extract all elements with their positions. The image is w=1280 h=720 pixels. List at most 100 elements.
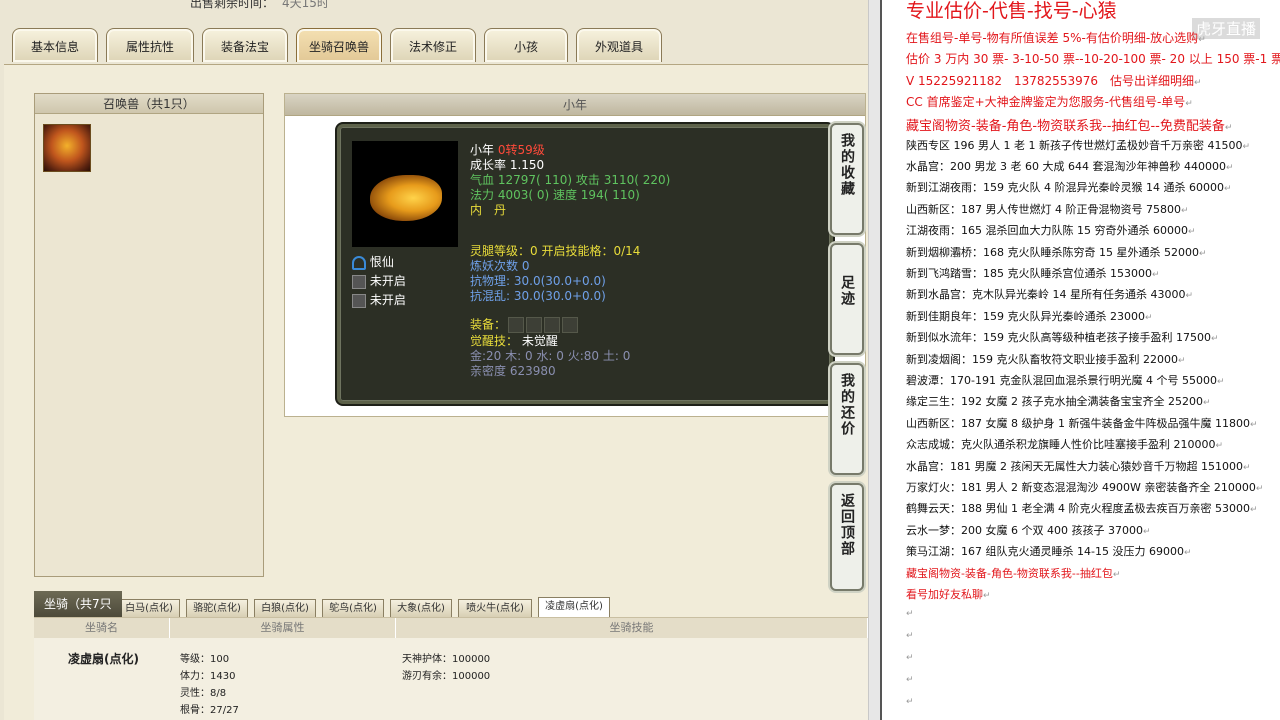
return-mark-icon: ↵: [1255, 484, 1264, 494]
bargain-button[interactable]: 我的还价: [830, 363, 864, 475]
return-mark-icon: ↵: [1249, 419, 1258, 430]
mount-name: 凌虚扇(点化): [68, 652, 139, 666]
doc-line: 藏宝阁物资-装备-角色-物资联系我--抽红包--免费配装备↵: [906, 115, 1232, 134]
mount-attr-level: 等级：100: [180, 654, 230, 665]
pet-mp-speed: 法力 4003( 0) 速度 194( 110): [470, 188, 640, 202]
doc-line: 新到江湖夜雨：159 克火队 4 阶混异光秦岭灵猴 14 通杀 60000↵: [906, 179, 1232, 195]
doc-line-text: 万家灯火：181 男人 2 新变态混混淘沙 4900W 亲密装备齐全 21000…: [906, 481, 1256, 494]
favorites-button[interactable]: 我的收藏: [830, 123, 864, 235]
pet-awaken-line: 觉醒技： 未觉醒: [470, 334, 558, 349]
summon-list-header: 召唤兽（共1只）: [35, 94, 263, 114]
sale-time-value: 4天15时: [282, 0, 329, 10]
mount-col-skill: 坐骑技能: [396, 618, 868, 638]
doc-line-text: 在售组号-单号-物有所值误差 5%-有估价明细-放心选购: [906, 31, 1199, 45]
pet-elements: 金:20 木: 0 水: 0 火:80 土: 0: [470, 349, 631, 363]
tab-appearance[interactable]: 外观道具: [576, 28, 662, 62]
page-scrollbar[interactable]: [868, 0, 880, 720]
doc-line-text: 藏宝阁物资-装备-角色-物资联系我--抽红包: [906, 566, 1113, 580]
game-info-page: 出售剩余时间： 4天15时 基本信息 属性抗性 装备法宝 坐骑召唤兽 法术修正 小…: [0, 0, 880, 720]
mount-col-name: 坐骑名: [34, 618, 170, 638]
skill-3-name: 未开启: [369, 293, 406, 307]
return-mark-icon: ↵: [983, 591, 991, 601]
locked-slot-icon: [352, 274, 366, 289]
mount-tab-7[interactable]: 凌虚扇(点化): [538, 597, 610, 617]
doc-line: CC 首席鉴定+大神金牌鉴定为您服务-代售组号-单号↵: [906, 93, 1193, 110]
tab-equipment[interactable]: 装备法宝: [202, 28, 288, 62]
doc-line: 藏宝阁物资-装备-角色-物资联系我--抽红包↵: [906, 565, 1120, 581]
mount-tabs: 白马(点化) 骆驼(点化) 白狼(点化) 鸵鸟(点化) 大象(点化) 喷火牛(点…: [34, 595, 868, 617]
sale-time-label: 出售剩余时间：: [190, 0, 275, 10]
doc-line: 水晶宫：200 男龙 3 老 60 大成 644 套混淘沙年神兽秒 440000…: [906, 158, 1234, 174]
doc-line-text: CC 首席鉴定+大神金牌鉴定为您服务-代售组号-单号: [906, 95, 1186, 110]
pet-detail-panel: 小年 小年 0转59级 成长率 1.150 气血 12797( 110) 攻击 …: [284, 93, 866, 417]
skill-1-name: 恨仙: [369, 255, 394, 269]
mount-tab-2[interactable]: 骆驼(点化): [186, 599, 248, 617]
sale-time-note: 出售剩余时间： 4天15时: [190, 0, 329, 11]
doc-line: 山西新区：187 男人传世燃灯 4 阶正骨混物资号 75800↵: [906, 201, 1189, 217]
doc-line: 缘定三生：192 女魔 2 孩子克水抽全满装备宝宝齐全 25200↵: [906, 393, 1211, 409]
return-mark-icon: ↵: [1215, 441, 1224, 452]
mount-col-attr: 坐骑属性: [170, 618, 396, 638]
return-mark-icon: ↵: [906, 609, 914, 620]
mount-tab-4[interactable]: 鸵鸟(点化): [322, 599, 384, 617]
doc-line-text: 陕西专区 196 男人 1 老 1 新孩子传世燃灯孟极妙音千万亲密 41500: [906, 138, 1243, 152]
mount-tab-5[interactable]: 大象(点化): [390, 599, 452, 617]
doc-line-text: 新到江湖夜雨：159 克火队 4 阶混异光秦岭灵猴 14 通杀 60000: [906, 181, 1224, 195]
doc-line: 新到凌烟阁：159 克火队畜牧符文职业接手盈利 22000↵: [906, 351, 1186, 367]
skill-2-name: 未开启: [369, 274, 406, 288]
return-mark-icon: ↵: [1216, 377, 1225, 387]
mount-tab-6[interactable]: 喷火牛(点化): [458, 599, 532, 617]
doc-line: 新到水晶宫：克木队异光秦岭 14 星所有任务通杀 43000↵: [906, 286, 1193, 302]
doc-line: 水晶宫：181 男魔 2 孩闲天无属性大力装心猿妙音千万物超 151000↵: [906, 458, 1251, 474]
doc-line-text: 新到似水流年：159 克火队高等级种植老孩子接手盈利 17500: [906, 331, 1211, 345]
pet-hp-attack: 气血 12797( 110) 攻击 3110( 220): [470, 173, 671, 187]
mount-tab-3[interactable]: 白狼(点化): [254, 599, 316, 617]
doc-line-text: 看号加好友私聊: [906, 588, 983, 601]
pet-equip-line: 装备：: [470, 317, 579, 333]
return-mark-icon: ↵: [1185, 99, 1193, 110]
tab-child[interactable]: 小孩: [484, 28, 568, 62]
pet-ling: 灵腿等级：0 开启技能格：0/14: [470, 244, 641, 258]
tab-basic-info[interactable]: 基本信息: [12, 28, 98, 62]
return-mark-icon: ↵: [1249, 505, 1258, 516]
equip-slot[interactable]: [508, 317, 525, 333]
doc-line: 策马江湖：167 组队克火通灵睡杀 14-15 没压力 69000↵: [906, 543, 1191, 559]
return-mark-icon: ↵: [1224, 123, 1233, 134]
doc-line: 碧波潭：170-191 克金队混回血混杀景行明光魔 4 个号 55000↵: [906, 372, 1224, 388]
tab-attributes[interactable]: 属性抗性: [106, 28, 194, 62]
equip-label: 装备：: [470, 317, 507, 332]
mount-table: 坐骑名 坐骑属性 坐骑技能 凌虚扇(点化) 等级：100 体力：1430 灵性：…: [34, 617, 868, 720]
doc-line-text: 新到凌烟阁：159 克火队畜牧符文职业接手盈利 22000: [906, 352, 1178, 366]
return-mark-icon: ↵: [1177, 355, 1186, 366]
mount-tab-1[interactable]: 白马(点化): [118, 599, 180, 617]
doc-line-text: 估价 3 万内 30 票- 3-10-50 票--10-20-100 票- 20…: [906, 52, 1280, 67]
doc-line: 在售组号-单号-物有所值误差 5%-有估价明细-放心选购↵: [906, 29, 1206, 46]
back-to-top-button[interactable]: 返回顶部: [830, 483, 864, 591]
mount-skill-2: 游刃有余：100000: [402, 671, 491, 682]
pet-resist-phys: 抗物理: 30.0(30.0+0.0): [470, 274, 606, 288]
return-mark-icon: ↵: [1242, 141, 1251, 152]
locked-slot-icon: [352, 293, 366, 308]
doc-line-text: 新到水晶宫：克木队异光秦岭 14 星所有任务通杀 43000: [906, 288, 1186, 302]
equip-slot[interactable]: [544, 317, 561, 333]
doc-line-text: 山西新区：187 男人传世燃灯 4 阶正骨混物资号 75800: [906, 202, 1181, 216]
return-mark-icon: ↵: [1180, 205, 1189, 216]
doc-line-text: 碧波潭：170-191 克金队混回血混杀景行明光魔 4 个号 55000: [906, 374, 1217, 387]
pet-portrait: [352, 141, 458, 247]
equip-slot[interactable]: [562, 317, 579, 333]
tab-spell[interactable]: 法术修正: [390, 28, 476, 62]
mount-attr-gen: 根骨：27/27: [180, 705, 239, 716]
doc-title: 专业估价-代售-找号-心猿: [906, 0, 1117, 22]
favorites-label: 我的收藏: [839, 133, 855, 197]
return-mark-icon: ↵: [1202, 398, 1211, 409]
history-button[interactable]: 足迹: [830, 243, 864, 355]
equip-slot[interactable]: [526, 317, 543, 333]
return-mark-icon: ↵: [1151, 270, 1160, 280]
tab-mount-summon[interactable]: 坐骑召唤兽: [296, 28, 382, 62]
pet-thumbnail[interactable]: [43, 124, 91, 172]
return-mark-icon: ↵: [1185, 291, 1194, 302]
horseshoe-icon: [352, 255, 366, 270]
pet-danyao: 内 丹: [470, 203, 507, 217]
pet-lianyao: 炼妖次数 0: [470, 259, 530, 273]
doc-line: 鹤舞云天：188 男仙 1 老全满 4 阶克火程度孟极去疾百万亲密 53000↵: [906, 500, 1258, 516]
